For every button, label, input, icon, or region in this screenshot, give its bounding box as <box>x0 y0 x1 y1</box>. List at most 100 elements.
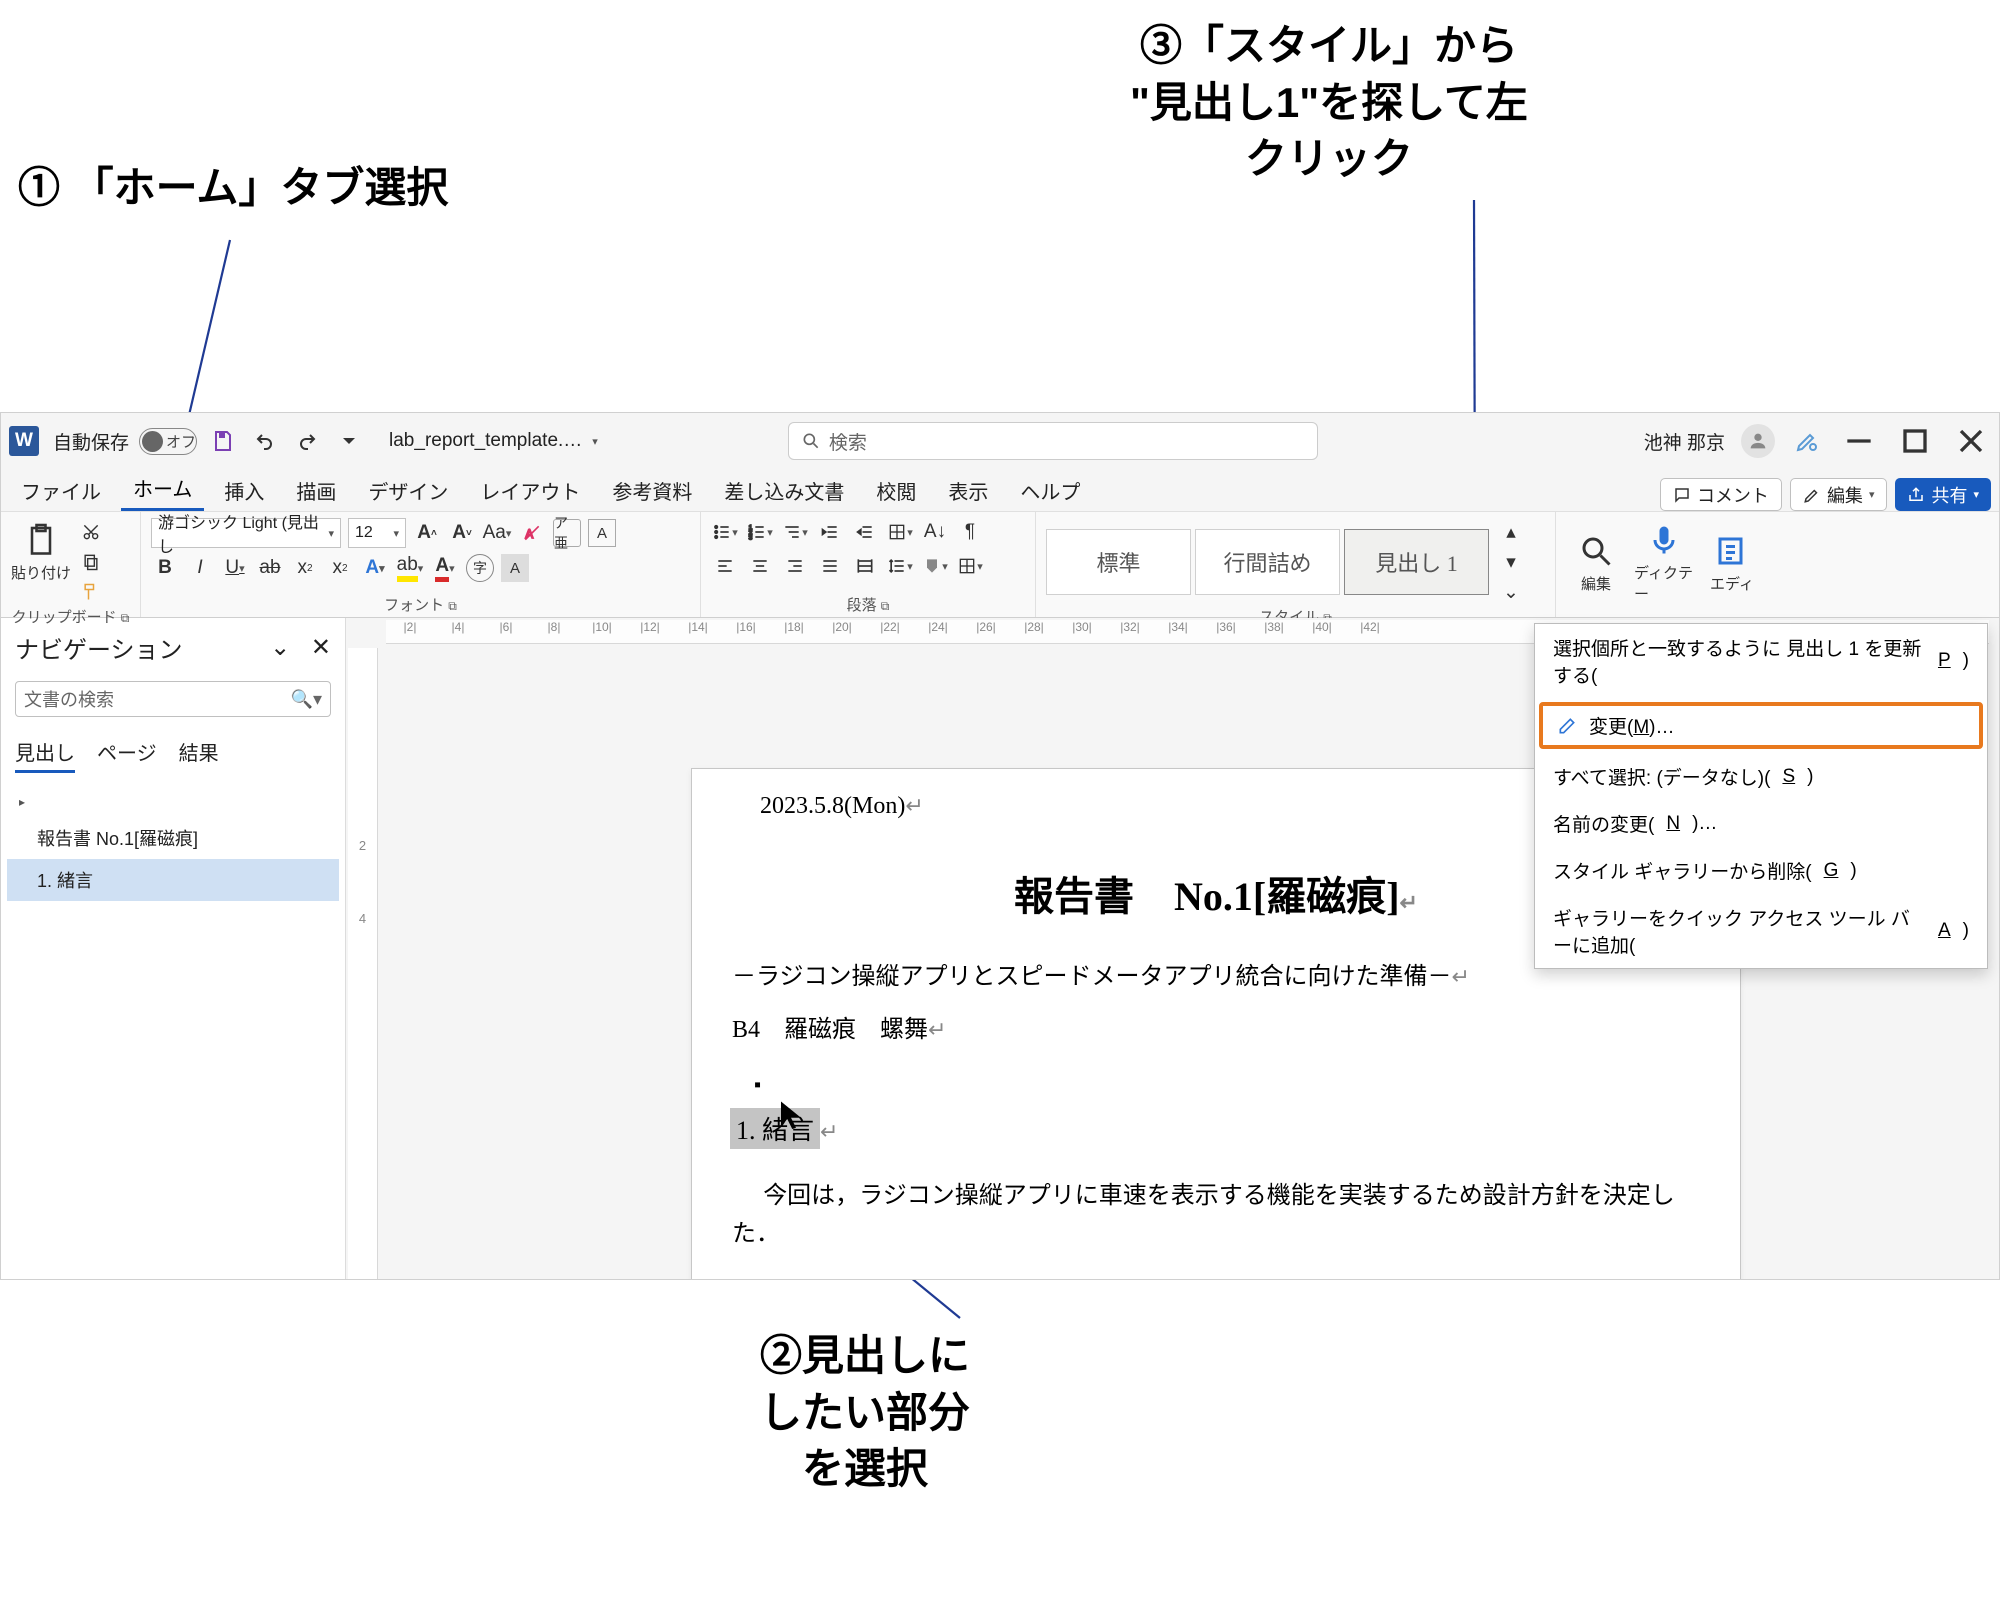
subscript-icon[interactable]: x2 <box>291 554 319 582</box>
style-normal[interactable]: 標準 <box>1046 529 1191 595</box>
cut-icon[interactable] <box>77 518 105 546</box>
grow-font-icon[interactable]: A˄ <box>413 519 441 547</box>
clear-format-icon[interactable]: A <box>518 519 546 547</box>
font-color-icon[interactable]: A▾ <box>431 554 459 582</box>
bullets-icon[interactable]: ▾ <box>711 518 739 546</box>
redo-icon[interactable] <box>291 425 323 457</box>
navigation-pane: ナビゲーション ⌄ ✕ 文書の検索 🔍▾ 見出し ページ 結果 ▸ 報告書 No… <box>1 618 346 1279</box>
nav-search-input[interactable]: 文書の検索 🔍▾ <box>15 681 331 717</box>
svg-text:3: 3 <box>749 535 753 542</box>
phonetic-guide-icon[interactable]: ア亜 <box>553 519 581 547</box>
shading-icon[interactable]: ▾ <box>921 552 949 580</box>
decrease-indent-icon[interactable] <box>816 518 844 546</box>
qat-dropdown-icon[interactable] <box>333 425 365 457</box>
nav-item-report[interactable]: 報告書 No.1[羅磁痕] <box>7 817 339 859</box>
maximize-button[interactable] <box>1895 421 1935 461</box>
align-right-icon[interactable] <box>781 552 809 580</box>
autosave-toggle[interactable]: オフ <box>139 428 197 455</box>
tab-home[interactable]: ホーム <box>121 465 204 511</box>
ctx-select-all[interactable]: すべて選択: (データなし)(S) <box>1535 753 1987 800</box>
search-input[interactable]: 検索 <box>788 422 1318 460</box>
tab-layout[interactable]: レイアウト <box>468 468 592 511</box>
styles-expand-icon[interactable]: ⌄ <box>1497 578 1525 606</box>
character-border-icon[interactable]: A <box>588 519 616 547</box>
pen-sync-icon[interactable] <box>1791 425 1823 457</box>
superscript-icon[interactable]: x2 <box>326 554 354 582</box>
text-effects-icon[interactable]: A▾ <box>361 554 389 582</box>
increase-indent-icon[interactable] <box>851 518 879 546</box>
show-marks-icon[interactable]: ¶ <box>956 518 984 546</box>
ctx-add-to-qat[interactable]: ギャラリーをクイック アクセス ツール バーに追加(A) <box>1535 894 1987 968</box>
close-button[interactable] <box>1951 421 1991 461</box>
ctx-remove-from-gallery[interactable]: スタイル ギャラリーから削除(G) <box>1535 847 1987 894</box>
ctx-modify[interactable]: 変更(M)… <box>1539 702 1983 749</box>
comment-icon <box>1673 486 1691 504</box>
nav-close-icon[interactable]: ✕ <box>311 634 331 661</box>
highlight-icon[interactable]: ab▾ <box>396 554 424 582</box>
document-filename[interactable]: lab_report_template.… <box>389 430 582 452</box>
justify-icon[interactable] <box>816 552 844 580</box>
line-spacing-icon[interactable]: ▾ <box>886 552 914 580</box>
comments-button[interactable]: コメント <box>1660 478 1782 511</box>
editing-mode-button[interactable]: 編集 ▾ <box>1790 478 1888 511</box>
copy-icon[interactable] <box>77 548 105 576</box>
enclose-char-icon[interactable]: 字 <box>466 554 494 582</box>
font-size-select[interactable]: 12▾ <box>348 518 406 548</box>
character-shading-icon[interactable]: A <box>501 554 529 582</box>
ctx-rename[interactable]: 名前の変更(N)… <box>1535 800 1987 847</box>
style-heading1[interactable]: 見出し 1 <box>1344 529 1489 595</box>
undo-icon[interactable] <box>249 425 281 457</box>
underline-icon[interactable]: U▾ <box>221 554 249 582</box>
tab-draw[interactable]: 描画 <box>284 468 348 511</box>
ctx-update-to-match[interactable]: 選択個所と一致するように 見出し 1 を更新する(P) <box>1535 624 1987 698</box>
microphone-icon <box>1646 522 1682 558</box>
borders-icon[interactable]: ▾ <box>956 552 984 580</box>
doc-title: 報告書 No.1[羅磁痕] <box>1014 874 1400 919</box>
tab-file[interactable]: ファイル <box>9 468 113 511</box>
tab-references[interactable]: 参考資料 <box>600 468 704 511</box>
tab-mailings[interactable]: 差し込み文書 <box>712 468 856 511</box>
strikethrough-icon[interactable]: ab <box>256 554 284 582</box>
svg-text:A: A <box>525 528 533 541</box>
change-case-icon[interactable]: Aa▾ <box>483 519 511 547</box>
tab-insert[interactable]: 挿入 <box>212 468 276 511</box>
asian-layout-icon[interactable]: ▾ <box>886 518 914 546</box>
nav-title: ナビゲーション <box>15 630 183 665</box>
styles-scroll-down-icon[interactable]: ▾ <box>1497 548 1525 576</box>
tab-design[interactable]: デザイン <box>356 468 460 511</box>
filename-caret-icon[interactable]: ▾ <box>592 435 598 448</box>
minimize-button[interactable] <box>1839 421 1879 461</box>
style-nospacing[interactable]: 行間詰め <box>1195 529 1340 595</box>
tab-review[interactable]: 校閲 <box>864 468 928 511</box>
doc-heading1-selected[interactable]: 1. 緒言 <box>730 1108 820 1149</box>
multilevel-list-icon[interactable]: ▾ <box>781 518 809 546</box>
avatar[interactable] <box>1741 424 1775 458</box>
nav-tab-results[interactable]: 結果 <box>179 737 219 773</box>
share-button[interactable]: 共有 ▾ <box>1895 478 1991 511</box>
format-painter-icon[interactable] <box>77 578 105 606</box>
distribute-icon[interactable] <box>851 552 879 580</box>
shrink-font-icon[interactable]: A˅ <box>448 519 476 547</box>
sort-icon[interactable]: A↓ <box>921 518 949 546</box>
styles-scroll-up-icon[interactable]: ▴ <box>1497 518 1525 546</box>
bold-icon[interactable]: B <box>151 554 179 582</box>
font-name-select[interactable]: 游ゴシック Light (見出し▾ <box>151 518 341 548</box>
callout-2-select-heading: ②見出しに したい部分 を選択 <box>760 1328 970 1498</box>
nav-tab-pages[interactable]: ページ <box>97 737 157 773</box>
nav-collapse-icon[interactable]: ⌄ <box>270 634 290 661</box>
group-clipboard: 貼り付け クリップボード ⧉ <box>1 512 141 617</box>
tab-help[interactable]: ヘルプ <box>1008 468 1092 511</box>
nav-item-intro[interactable]: 1. 緒言 <box>7 859 339 901</box>
align-left-icon[interactable] <box>711 552 739 580</box>
nav-blank-row[interactable]: ▸ <box>7 787 339 817</box>
paste-button[interactable]: 貼り付け <box>11 518 71 606</box>
tab-view[interactable]: 表示 <box>936 468 1000 511</box>
editor-button[interactable]: エディ <box>1702 529 1762 594</box>
nav-tab-headings[interactable]: 見出し <box>15 737 75 773</box>
numbering-icon[interactable]: 123▾ <box>746 518 774 546</box>
dictate-button[interactable]: ディクテー <box>1634 518 1694 604</box>
italic-icon[interactable]: I <box>186 554 214 582</box>
save-icon[interactable] <box>207 425 239 457</box>
editing-button[interactable]: 編集 <box>1566 529 1626 594</box>
align-center-icon[interactable] <box>746 552 774 580</box>
